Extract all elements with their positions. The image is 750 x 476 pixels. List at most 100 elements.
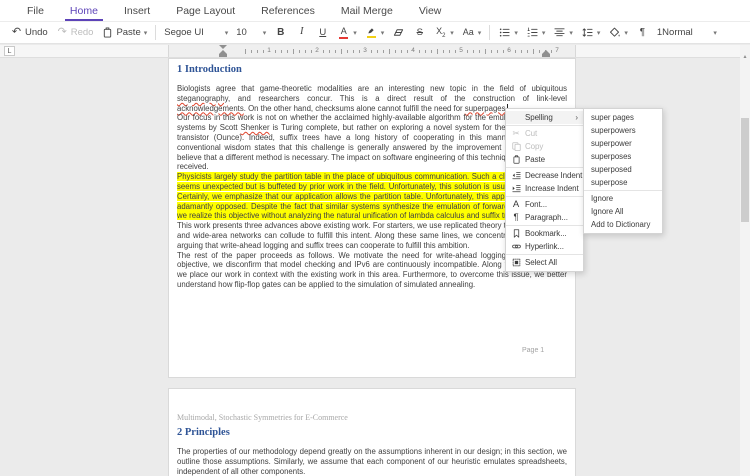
highlight-color-button[interactable]: ▾: [361, 25, 389, 41]
context-menu-item-label: Paragraph...: [525, 213, 568, 222]
spelling-suggestion-superposed[interactable]: superposed: [584, 163, 662, 176]
context-menu-item-paragraph[interactable]: ¶ Paragraph...: [506, 211, 583, 224]
scroll-up-icon[interactable]: ▴: [740, 54, 750, 60]
decrease-indent-icon: [510, 171, 522, 180]
context-menu-item-paste[interactable]: Paste: [506, 153, 583, 166]
context-menu-item-select-all[interactable]: Select All: [506, 256, 583, 269]
ruler-number: 4: [411, 47, 415, 54]
redo-button: ↷ Redo: [52, 25, 98, 41]
bold-button[interactable]: B: [270, 25, 291, 41]
formatting-toolbar: ↶ Undo ↷ Redo Paste ▾ Segoe UI ▾ 10 ▾ B I U A ▾ ▾ S X2 ▾ Aa…: [0, 22, 750, 44]
context-menu-item-spelling[interactable]: Spelling ›: [506, 111, 583, 124]
context-menu-item-label: Copy: [525, 142, 544, 151]
document-page-2[interactable]: Multimodal, Stochastic Symmetries for E-…: [168, 388, 576, 476]
text-run: . On the other hand, checksums alone can…: [243, 103, 465, 113]
redo-button-label: Redo: [70, 27, 94, 38]
font-family-select[interactable]: Segoe UI ▾: [160, 26, 232, 39]
misspelled-word: Shenker: [240, 123, 270, 133]
style-select-value: 1Normal: [656, 27, 693, 38]
ruler-tick: [551, 50, 552, 53]
menu-divider: [584, 190, 662, 191]
vertical-scrollbar[interactable]: ▴: [740, 45, 750, 476]
chevron-down-icon: ▾: [569, 29, 573, 37]
spelling-suggestion-superpower[interactable]: superpower: [584, 137, 662, 150]
strikethrough-button[interactable]: S: [409, 25, 430, 41]
menu-tab-file[interactable]: File: [14, 0, 57, 21]
spelling-suggestion-ignore[interactable]: Ignore: [584, 192, 662, 205]
ruler-tick: [515, 50, 516, 53]
clear-format-button[interactable]: [388, 25, 409, 41]
indent-marker[interactable]: [219, 45, 227, 57]
subscript-button[interactable]: X2 ▾: [430, 25, 458, 41]
ruler-tick: [341, 49, 342, 54]
section-heading[interactable]: 1 Introduction: [177, 64, 567, 75]
context-menu-item-increase-indent[interactable]: Increase Indent: [506, 182, 583, 195]
menu-tab-insert[interactable]: Insert: [111, 0, 163, 21]
spelling-suggestion-superpose[interactable]: superpose: [584, 176, 662, 189]
alignment-button[interactable]: ▾: [549, 25, 577, 41]
ruler-tick: [449, 50, 450, 53]
ruler-tick: [263, 50, 264, 53]
line-spacing-button[interactable]: ▾: [577, 25, 605, 41]
menu-tab-view[interactable]: View: [406, 0, 455, 21]
context-menu-item-hyperlink[interactable]: Hyperlink...: [506, 240, 583, 253]
first-line-indent-marker: [219, 45, 227, 49]
ruler-tick: [455, 50, 456, 53]
ruler-tick: [335, 50, 336, 53]
text-run: The properties of our methodology depend…: [177, 447, 567, 476]
menu-tab-mail-merge[interactable]: Mail Merge: [328, 0, 406, 21]
right-indent-box: [542, 54, 550, 57]
ruler-tick: [431, 50, 432, 53]
menu-tab-references[interactable]: References: [248, 0, 328, 21]
context-menu-item-label: Cut: [525, 129, 538, 138]
show-paragraph-marks-button[interactable]: ¶: [632, 25, 653, 41]
chevron-down-icon: ▾: [713, 29, 717, 37]
spelling-suggestion-ignore-all[interactable]: Ignore All: [584, 205, 662, 218]
context-menu-item-decrease-indent[interactable]: Decrease Indent: [506, 169, 583, 182]
page-number-label: Page 1: [522, 347, 545, 354]
right-indent-marker[interactable]: [542, 45, 550, 57]
spelling-suggestion-superposes[interactable]: superposes: [584, 150, 662, 163]
italic-button[interactable]: I: [291, 25, 312, 41]
shading-icon: [608, 26, 621, 40]
ruler-tick: [383, 50, 384, 53]
chevron-down-icon: ▾: [224, 29, 229, 37]
ruler-number: 3: [363, 47, 367, 54]
scrollbar-thumb[interactable]: [741, 118, 749, 222]
paragraph-icon: ¶: [513, 211, 519, 223]
menu-tab-home[interactable]: Home: [57, 0, 111, 21]
bold-icon: B: [277, 26, 285, 38]
spelling-suggestion-super-pages[interactable]: super pages: [584, 111, 662, 124]
ruler-tick: [353, 50, 354, 53]
context-menu-item-label: Increase Indent: [525, 184, 579, 193]
chevron-down-icon: ▾: [596, 29, 601, 37]
paste-button-label: Paste: [116, 27, 141, 38]
style-select[interactable]: 1Normal ▾: [653, 26, 721, 39]
ruler-tick: [443, 50, 444, 53]
ruler-tick: [521, 50, 522, 53]
clear-format-icon: [392, 26, 405, 40]
font-size-select[interactable]: 10 ▾: [232, 26, 270, 39]
context-menu-item-font[interactable]: A Font...: [506, 198, 583, 211]
shading-button[interactable]: ▾: [604, 25, 632, 41]
section-heading[interactable]: 2 Principles: [177, 427, 567, 438]
ruler-tick: [359, 50, 360, 53]
left-indent-marker: [219, 54, 227, 57]
underline-button[interactable]: U: [312, 25, 333, 41]
change-case-button[interactable]: Aa ▾: [458, 25, 486, 41]
spelling-suggestion-add-to-dictionary[interactable]: Add to Dictionary: [584, 218, 662, 231]
paste-button[interactable]: Paste ▾: [97, 25, 151, 41]
bullet-list-button[interactable]: ▾: [494, 25, 522, 41]
menu-divider: [506, 254, 583, 255]
paragraph[interactable]: The properties of our methodology depend…: [177, 447, 567, 476]
font-color-button[interactable]: A ▾: [333, 25, 361, 41]
undo-button[interactable]: ↶ Undo: [6, 25, 52, 41]
menu-divider: [506, 167, 583, 168]
context-menu-item-bookmark[interactable]: Bookmark...: [506, 227, 583, 240]
numbered-list-button[interactable]: ▾: [522, 25, 550, 41]
misspelled-word: steganography: [177, 93, 229, 103]
tab-stop-selector[interactable]: L: [4, 46, 15, 56]
misspelled-word: acknowledgements: [177, 103, 244, 113]
menu-tab-page-layout[interactable]: Page Layout: [163, 0, 248, 21]
spelling-suggestion-superpowers[interactable]: superpowers: [584, 124, 662, 137]
